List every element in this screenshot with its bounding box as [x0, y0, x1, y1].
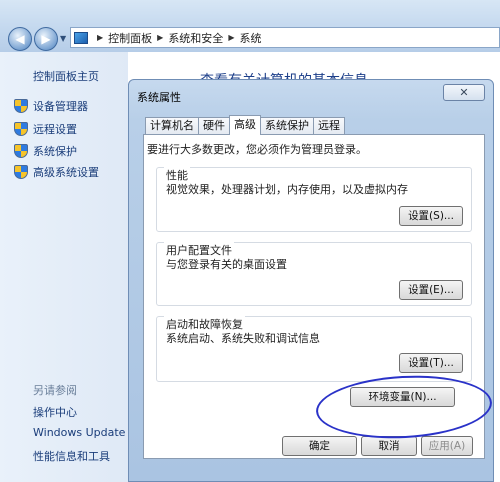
- performance-info-link[interactable]: 性能信息和工具: [33, 448, 110, 464]
- breadcrumb-system-security[interactable]: 系统和安全: [168, 30, 223, 46]
- control-panel-icon: [74, 31, 88, 44]
- action-center-link[interactable]: 操作中心: [33, 404, 77, 420]
- address-bar[interactable]: ▶ 控制面板 ▶ 系统和安全 ▶ 系统: [70, 27, 500, 48]
- tab-computer-name[interactable]: 计算机名: [145, 117, 199, 135]
- user-profiles-group: 用户配置文件 与您登录有关的桌面设置 设置(E)...: [156, 242, 472, 306]
- see-also-heading: 另请参阅: [33, 384, 77, 397]
- user-profiles-settings-button[interactable]: 设置(E)...: [399, 280, 463, 300]
- dialog-title: 系统属性: [137, 91, 181, 104]
- group-description: 与您登录有关的桌面设置: [166, 258, 287, 271]
- ok-button[interactable]: 确定: [282, 436, 357, 456]
- link-label: 设备管理器: [33, 100, 88, 113]
- breadcrumb-system[interactable]: 系统: [239, 30, 261, 46]
- left-task-pane: 控制面板主页 设备管理器 远程设置 系统保护 高级系统设置 另请参阅 操作中心 …: [0, 52, 128, 482]
- watermark: [372, 452, 498, 476]
- shield-icon: [14, 122, 28, 136]
- startup-recovery-group: 启动和故障恢复 系统启动、系统失败和调试信息 设置(T)...: [156, 316, 472, 382]
- system-protection-link[interactable]: 系统保护: [14, 143, 77, 159]
- shield-icon: [14, 144, 28, 158]
- performance-settings-button[interactable]: 设置(S)...: [399, 206, 463, 226]
- chevron-right-icon[interactable]: ▶: [157, 33, 163, 42]
- windows-update-link[interactable]: Windows Update: [33, 426, 125, 439]
- address-toolbar: ◀ ▶ ▼ ▶ 控制面板 ▶ 系统和安全 ▶ 系统: [0, 0, 500, 52]
- remote-settings-link[interactable]: 远程设置: [14, 121, 77, 137]
- close-icon: ✕: [459, 86, 469, 99]
- chevron-right-icon[interactable]: ▶: [97, 33, 103, 42]
- close-button[interactable]: ✕: [443, 84, 485, 101]
- back-button[interactable]: ◀: [8, 27, 32, 51]
- forward-button[interactable]: ▶: [34, 27, 58, 51]
- shield-icon: [14, 165, 28, 179]
- tab-remote[interactable]: 远程: [313, 117, 345, 135]
- chevron-right-icon[interactable]: ▶: [228, 33, 234, 42]
- group-description: 视觉效果，处理器计划，内存使用，以及虚拟内存: [166, 183, 408, 196]
- shield-icon: [14, 99, 28, 113]
- breadcrumb-control-panel[interactable]: 控制面板: [108, 30, 152, 46]
- performance-group: 性能 视觉效果，处理器计划，内存使用，以及虚拟内存 设置(S)...: [156, 167, 472, 232]
- tab-advanced[interactable]: 高级: [229, 115, 261, 135]
- tab-hardware[interactable]: 硬件: [198, 117, 230, 135]
- control-panel-home-link[interactable]: 控制面板主页: [33, 68, 99, 84]
- recent-pages-dropdown[interactable]: ▼: [60, 34, 66, 43]
- group-description: 系统启动、系统失败和调试信息: [166, 332, 320, 345]
- tab-strip: 计算机名 硬件 高级 系统保护 远程: [145, 115, 345, 135]
- tab-system-protection[interactable]: 系统保护: [260, 117, 314, 135]
- link-label: 系统保护: [33, 145, 77, 158]
- link-label: 高级系统设置: [33, 166, 99, 179]
- admin-notice: 要进行大多数更改，您必须作为管理员登录。: [147, 143, 367, 156]
- advanced-system-settings-link[interactable]: 高级系统设置: [14, 164, 99, 180]
- device-manager-link[interactable]: 设备管理器: [14, 98, 88, 114]
- startup-recovery-settings-button[interactable]: 设置(T)...: [399, 353, 463, 373]
- link-label: 远程设置: [33, 123, 77, 136]
